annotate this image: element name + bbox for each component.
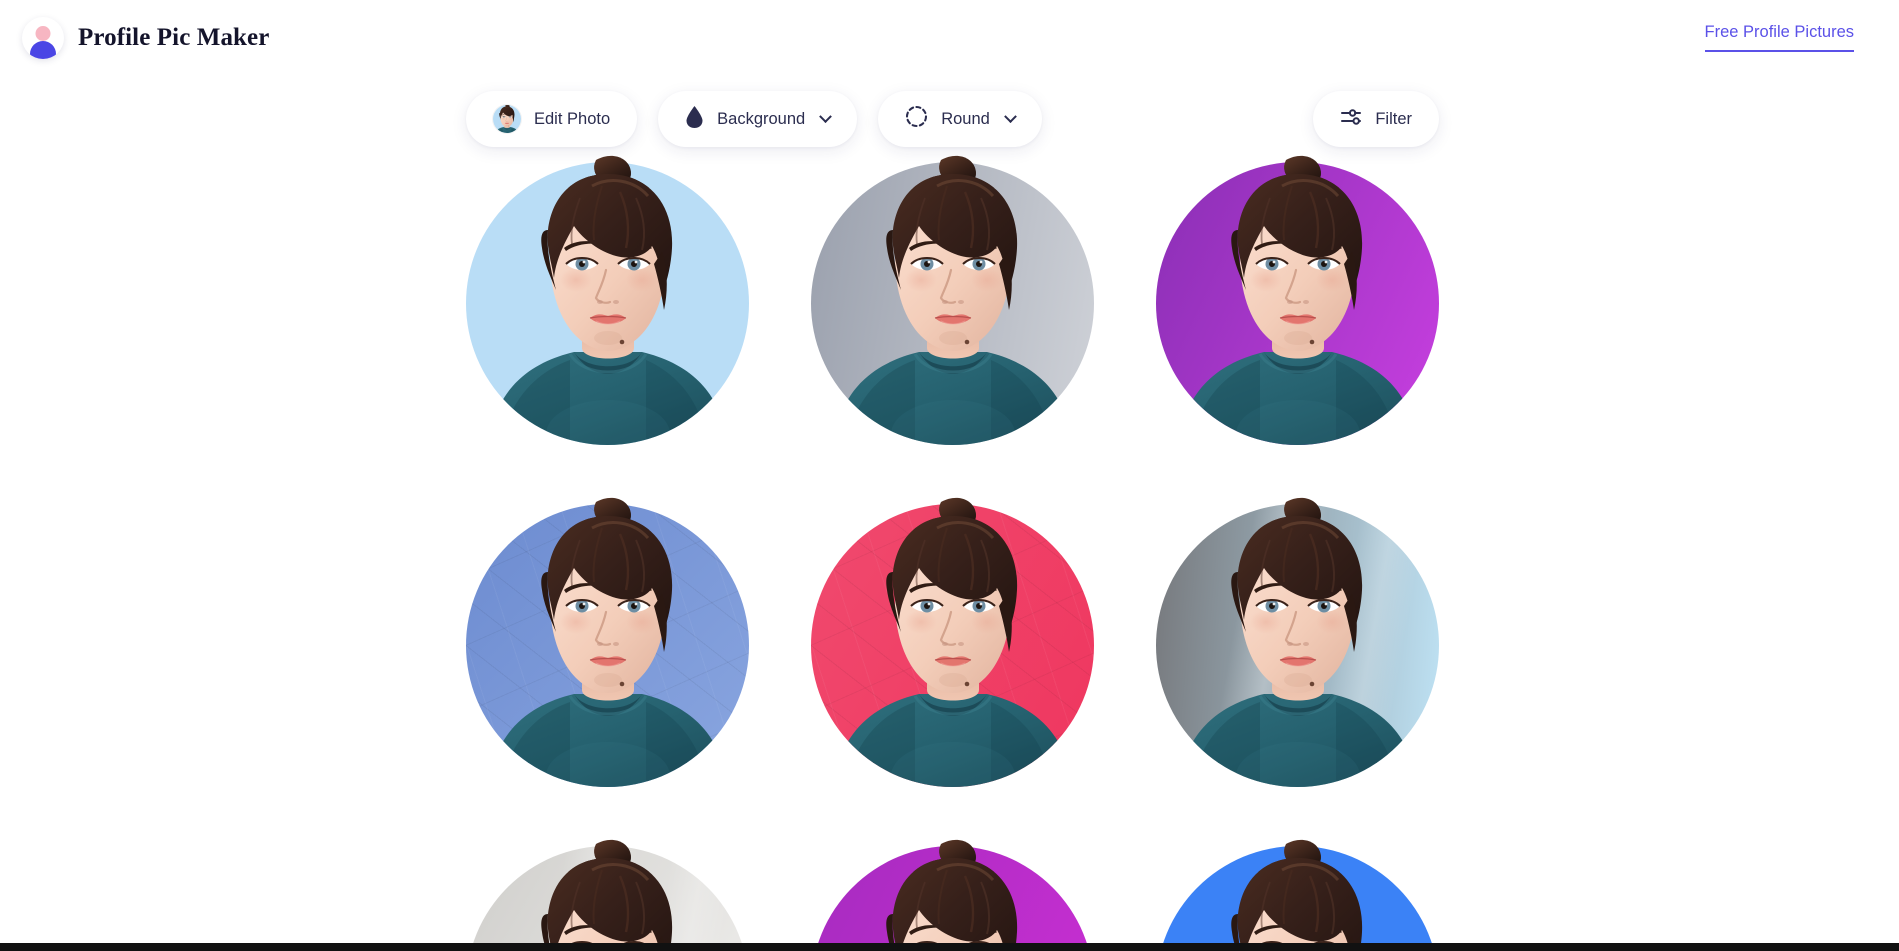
tile-circle-clip [466, 504, 749, 787]
portrait-image [486, 846, 729, 951]
page-title: Profile Pic Maker [78, 24, 270, 51]
viewport-bottom-bar [0, 943, 1899, 951]
app-header: Profile Pic Maker Free Profile Pictures [0, 0, 1899, 76]
toolbar-right-group: Filter [1313, 91, 1439, 147]
tile-circle-clip [811, 162, 1094, 445]
photo-thumbnail-avatar-icon [493, 105, 521, 133]
dashed-circle-icon [905, 105, 928, 133]
portrait-image [1176, 162, 1419, 445]
portrait-image [831, 504, 1074, 787]
free-profile-pictures-link[interactable]: Free Profile Pictures [1704, 24, 1854, 52]
round-shape-button[interactable]: Round [878, 91, 1042, 147]
tile-circle-clip [466, 846, 749, 951]
droplet-icon [685, 105, 704, 134]
profile-pic-gray-gradient[interactable] [811, 154, 1094, 445]
tile-circle-clip [811, 504, 1094, 787]
toolbar-left-group: Edit Photo Background Round [466, 91, 1042, 147]
round-shape-label: Round [941, 109, 990, 128]
chevron-down-icon [819, 109, 833, 123]
edit-photo-button[interactable]: Edit Photo [466, 91, 638, 147]
user-avatar-icon [22, 17, 64, 59]
portrait-image [1176, 504, 1419, 787]
sliders-icon [1340, 107, 1362, 132]
profile-pic-gallery [466, 154, 1899, 951]
profile-pic-blue-canvas[interactable] [466, 496, 749, 787]
chevron-down-icon [1003, 109, 1017, 123]
profile-pic-magenta[interactable] [811, 838, 1094, 951]
profile-pic-bright-blue[interactable] [1156, 838, 1439, 951]
logo-head-shape [35, 26, 51, 41]
filter-button[interactable]: Filter [1313, 91, 1439, 147]
profile-pic-white-studio[interactable] [466, 838, 749, 951]
portrait-image [486, 162, 729, 445]
portrait-image [831, 846, 1074, 951]
profile-pic-purple-gradient[interactable] [1156, 154, 1439, 445]
filter-label: Filter [1375, 109, 1412, 128]
background-button[interactable]: Background [658, 91, 858, 147]
brand: Profile Pic Maker [22, 17, 269, 59]
profile-pic-light-blue[interactable] [466, 154, 749, 445]
tile-circle-clip [1156, 162, 1439, 445]
profile-pic-pink-texture[interactable] [811, 496, 1094, 787]
tile-circle-clip [811, 846, 1094, 951]
tile-circle-clip [1156, 504, 1439, 787]
portrait-image [1176, 846, 1419, 951]
portrait-image [486, 504, 729, 787]
tile-circle-clip [1156, 846, 1439, 951]
edit-photo-label: Edit Photo [534, 109, 611, 128]
tile-circle-clip [466, 162, 749, 445]
background-label: Background [717, 109, 806, 128]
logo-body-shape [30, 41, 56, 59]
editor-toolbar: Edit Photo Background Round Filter [0, 76, 1899, 162]
portrait-image [831, 162, 1074, 445]
profile-pic-window-light[interactable] [1156, 496, 1439, 787]
